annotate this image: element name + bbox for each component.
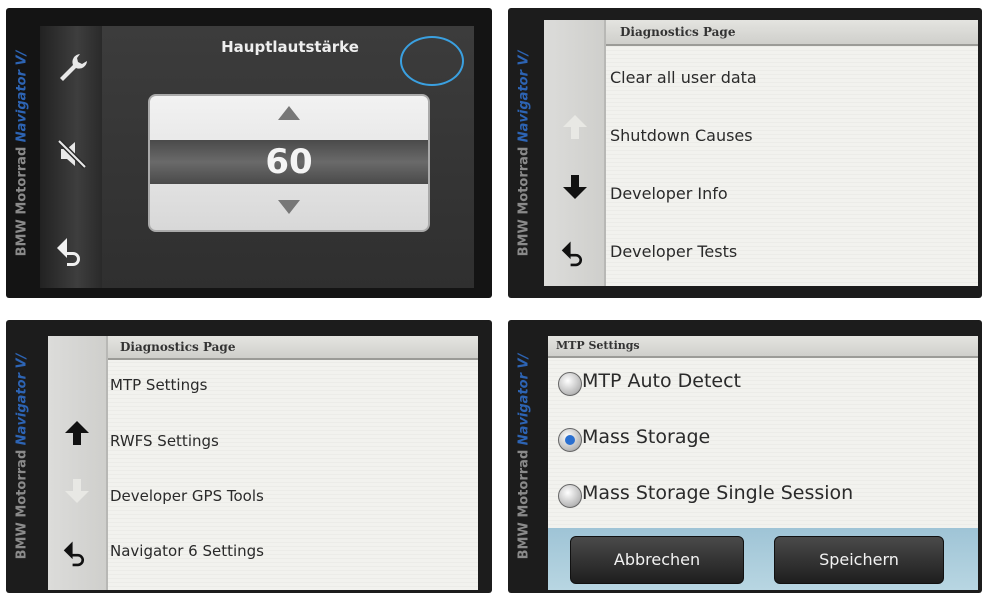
photo-volume-screen: BMW Motorrad Navigator V/ Hauptlautstärk… <box>6 8 492 298</box>
list-item-navigator-6-settings[interactable]: Navigator 6 Settings <box>110 542 264 560</box>
list-item-developer-gps-tools[interactable]: Developer GPS Tools <box>110 487 264 505</box>
save-button-label: Speichern <box>819 550 899 569</box>
list-item-clear-user-data[interactable]: Clear all user data <box>610 68 757 87</box>
annotation-circle <box>400 36 464 86</box>
volume-value-band: 60 <box>150 140 428 184</box>
brand-navigator: Navigator V/ <box>14 353 30 446</box>
option-mass-storage[interactable]: Mass Storage <box>582 426 710 448</box>
mtp-screen: MTP Settings MTP Auto Detect Mass Storag… <box>548 336 978 590</box>
back-icon[interactable] <box>60 536 94 570</box>
brand-bmw: BMW Motorrad <box>14 449 30 560</box>
brand-strip: BMW Motorrad Navigator V/ <box>514 28 534 278</box>
list-item-developer-tests[interactable]: Developer Tests <box>610 242 737 261</box>
brand-navigator: Navigator V/ <box>516 353 532 446</box>
mtp-header: MTP Settings <box>548 336 978 358</box>
radio-mtp-auto-detect[interactable] <box>558 372 582 396</box>
list-item-developer-info[interactable]: Developer Info <box>610 184 728 203</box>
mute-icon[interactable] <box>52 134 92 174</box>
list-item-shutdown-causes[interactable]: Shutdown Causes <box>610 126 753 145</box>
volume-value: 60 <box>265 142 313 182</box>
save-button[interactable]: Speichern <box>774 536 944 584</box>
mtp-header-title: MTP Settings <box>556 339 640 352</box>
photo-diagnostics-1: BMW Motorrad Navigator V/ Diagnostics Pa… <box>508 8 982 298</box>
cancel-button-label: Abbrechen <box>613 550 701 569</box>
brand-navigator: Navigator V/ <box>516 50 532 142</box>
brand-navigator: Navigator V/ <box>14 50 30 142</box>
brand-bmw: BMW Motorrad <box>14 146 30 256</box>
back-icon[interactable] <box>558 236 592 270</box>
diagnostics-screen-1: Diagnostics Page Clear all user data Shu… <box>544 20 978 286</box>
diag2-header-title: Diagnostics Page <box>120 340 236 354</box>
brand-bmw: BMW Motorrad <box>516 449 532 560</box>
option-mtp-auto-detect[interactable]: MTP Auto Detect <box>582 370 741 392</box>
scroll-up-icon[interactable] <box>558 110 592 144</box>
diag1-header-title: Diagnostics Page <box>620 25 736 39</box>
diag1-header: Diagnostics Page <box>606 20 978 46</box>
diagnostics-screen-2: Diagnostics Page MTP Settings RWFS Setti… <box>48 336 478 590</box>
volume-down-arrow-icon[interactable] <box>278 200 300 214</box>
cancel-button[interactable]: Abbrechen <box>570 536 744 584</box>
radio-mass-storage[interactable] <box>558 428 582 452</box>
brand-strip: BMW Motorrad Navigator V/ <box>12 334 32 579</box>
brand-strip: BMW Motorrad Navigator V/ <box>12 28 32 278</box>
radio-selected-dot <box>565 435 575 445</box>
scroll-down-icon[interactable] <box>558 170 592 204</box>
brand-bmw: BMW Motorrad <box>516 146 532 256</box>
volume-title: Hauptlautstärke <box>221 38 359 56</box>
list-item-mtp-settings[interactable]: MTP Settings <box>110 376 207 394</box>
brand-strip: BMW Motorrad Navigator V/ <box>514 334 534 579</box>
option-mass-storage-single-session[interactable]: Mass Storage Single Session <box>582 482 853 504</box>
volume-control: 60 <box>148 94 430 232</box>
scroll-down-icon[interactable] <box>60 474 94 508</box>
list-item-rwfs-settings[interactable]: RWFS Settings <box>110 432 219 450</box>
diag2-header: Diagnostics Page <box>108 336 478 360</box>
radio-mass-storage-single-session[interactable] <box>558 484 582 508</box>
volume-screen: Hauptlautstärke 60 <box>40 26 474 288</box>
photo-diagnostics-2: BMW Motorrad Navigator V/ Diagnostics Pa… <box>6 320 492 593</box>
back-icon[interactable] <box>52 231 92 271</box>
scroll-up-icon[interactable] <box>60 416 94 450</box>
photo-mtp-settings: BMW Motorrad Navigator V/ MTP Settings M… <box>508 320 982 593</box>
volume-up-arrow-icon[interactable] <box>278 106 300 120</box>
wrench-icon[interactable] <box>52 48 92 88</box>
